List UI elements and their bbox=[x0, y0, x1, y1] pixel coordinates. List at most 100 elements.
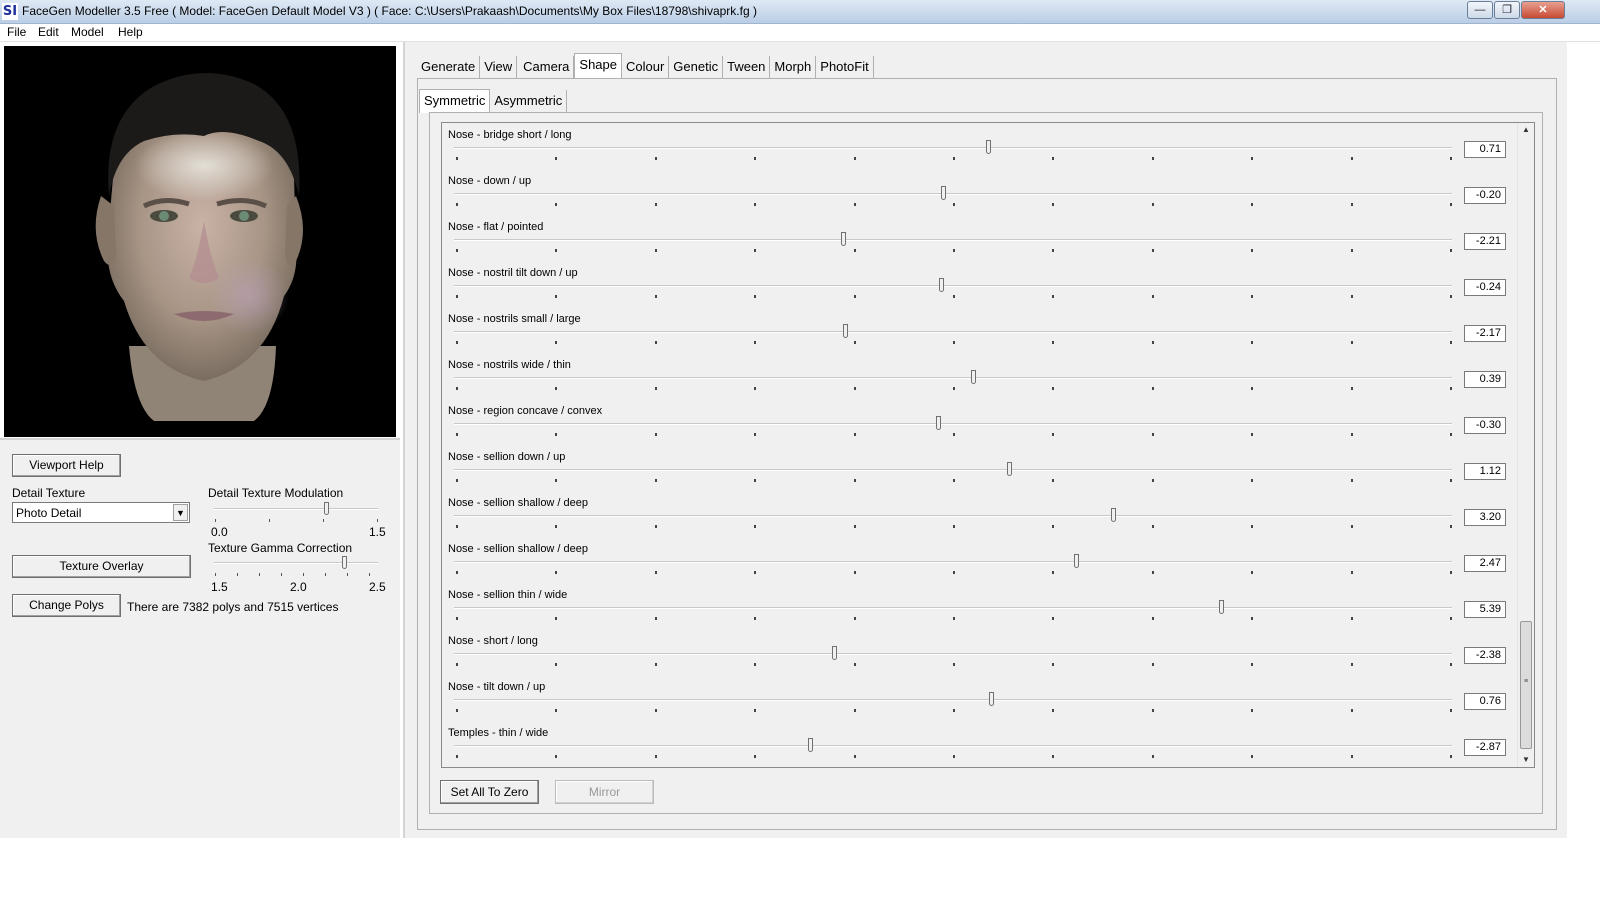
slider-thumb[interactable] bbox=[970, 370, 976, 384]
slider-tick bbox=[1052, 525, 1055, 528]
subtab-symmetric[interactable]: Symmetric bbox=[419, 89, 491, 113]
slider-tick bbox=[1450, 249, 1452, 252]
slider-track[interactable] bbox=[454, 469, 1452, 471]
gamma-slider[interactable] bbox=[210, 554, 382, 578]
slider-track[interactable] bbox=[454, 377, 1452, 379]
slider-tick bbox=[853, 617, 856, 620]
slider-track[interactable] bbox=[454, 515, 1452, 517]
slider-tick bbox=[853, 249, 856, 252]
slider-value-field[interactable]: 0.76 bbox=[1464, 693, 1506, 710]
slider-tick bbox=[1450, 663, 1452, 666]
slider-track[interactable] bbox=[454, 745, 1452, 747]
viewport-help-button[interactable]: Viewport Help bbox=[12, 454, 121, 477]
slider-thumb[interactable] bbox=[941, 186, 947, 200]
minimize-button[interactable]: — bbox=[1467, 1, 1493, 19]
slider-track[interactable] bbox=[454, 147, 1452, 149]
modulation-slider[interactable] bbox=[210, 500, 382, 524]
slider-value-field[interactable]: 2.47 bbox=[1464, 555, 1506, 572]
slider-thumb[interactable] bbox=[1219, 600, 1225, 614]
slider-track[interactable] bbox=[454, 607, 1452, 609]
slider-value-field[interactable]: -0.30 bbox=[1464, 417, 1506, 434]
slider-thumb[interactable] bbox=[808, 738, 814, 752]
slider-value-field[interactable]: -0.20 bbox=[1464, 187, 1506, 204]
scroll-up-icon[interactable]: ▲ bbox=[1518, 123, 1534, 137]
shape-slider-row: Nose - bridge short / long 0.71 bbox=[442, 125, 1518, 171]
slider-tick bbox=[1350, 755, 1353, 758]
slider-thumb[interactable] bbox=[841, 232, 847, 246]
dropdown-arrow-icon[interactable]: ▼ bbox=[173, 504, 188, 521]
slider-value-field[interactable]: 5.39 bbox=[1464, 601, 1506, 618]
slider-tick bbox=[754, 755, 757, 758]
slider-tick bbox=[853, 525, 856, 528]
slider-tick bbox=[853, 295, 856, 298]
slider-thumb[interactable] bbox=[1006, 462, 1012, 476]
slider-track[interactable] bbox=[454, 285, 1452, 287]
slider-tick bbox=[456, 617, 458, 620]
scroll-down-icon[interactable]: ▼ bbox=[1518, 753, 1534, 767]
slider-tick bbox=[953, 525, 955, 528]
slider-value-field[interactable]: -0.24 bbox=[1464, 279, 1506, 296]
gamma-slider-thumb[interactable] bbox=[341, 556, 347, 569]
slider-thumb[interactable] bbox=[1073, 554, 1079, 568]
slider-tick bbox=[1151, 295, 1154, 298]
slider-tick bbox=[1151, 433, 1154, 436]
change-polys-button[interactable]: Change Polys bbox=[12, 594, 121, 617]
tab-colour[interactable]: Colour bbox=[622, 56, 670, 78]
tab-view[interactable]: View bbox=[480, 56, 518, 78]
tab-morph[interactable]: Morph bbox=[770, 56, 817, 78]
slider-label: Nose - bridge short / long bbox=[448, 129, 572, 141]
slider-track[interactable] bbox=[454, 699, 1452, 701]
close-button[interactable]: ✕ bbox=[1521, 1, 1565, 19]
mirror-button[interactable]: Mirror bbox=[555, 780, 654, 804]
slider-value-field[interactable]: 0.39 bbox=[1464, 371, 1506, 388]
modulation-slider-thumb[interactable] bbox=[323, 502, 329, 515]
tab-photofit[interactable]: PhotoFit bbox=[816, 56, 874, 78]
slider-value-field[interactable]: 0.71 bbox=[1464, 141, 1506, 158]
slider-track[interactable] bbox=[454, 561, 1452, 563]
tab-shape[interactable]: Shape bbox=[574, 53, 622, 78]
slider-tick bbox=[1052, 479, 1055, 482]
tab-tween[interactable]: Tween bbox=[723, 56, 771, 78]
slider-thumb[interactable] bbox=[1110, 508, 1116, 522]
slider-value-field[interactable]: -2.38 bbox=[1464, 647, 1506, 664]
slider-value-field[interactable]: -2.17 bbox=[1464, 325, 1506, 342]
slider-tick bbox=[1350, 341, 1353, 344]
slider-thumb[interactable] bbox=[832, 646, 838, 660]
tab-genetic[interactable]: Genetic bbox=[669, 56, 724, 78]
slider-tick bbox=[1251, 295, 1254, 298]
menu-file[interactable]: File bbox=[4, 25, 29, 39]
slider-thumb[interactable] bbox=[985, 140, 991, 154]
slider-track[interactable] bbox=[454, 423, 1452, 425]
slider-track[interactable] bbox=[454, 331, 1452, 333]
slider-thumb[interactable] bbox=[936, 416, 942, 430]
tab-camera[interactable]: Camera bbox=[517, 56, 575, 78]
slider-track[interactable] bbox=[454, 239, 1452, 241]
slider-tick bbox=[1450, 157, 1452, 160]
slider-thumb[interactable] bbox=[988, 692, 994, 706]
set-all-to-zero-button[interactable]: Set All To Zero bbox=[440, 780, 539, 804]
slider-thumb[interactable] bbox=[939, 278, 945, 292]
slider-value-field[interactable]: 1.12 bbox=[1464, 463, 1506, 480]
slider-label: Nose - sellion shallow / deep bbox=[448, 543, 589, 555]
tab-generate[interactable]: Generate bbox=[417, 56, 481, 78]
maximize-button[interactable]: ❐ bbox=[1494, 1, 1520, 19]
modulation-max: 1.5 bbox=[369, 525, 386, 539]
scrollbar-thumb[interactable]: ≡ bbox=[1520, 621, 1532, 749]
vertical-scrollbar[interactable]: ▲ ≡ ▼ bbox=[1517, 123, 1534, 767]
slider-track[interactable] bbox=[454, 193, 1452, 195]
slider-value-field[interactable]: 3.20 bbox=[1464, 509, 1506, 526]
slider-tick bbox=[1450, 525, 1452, 528]
slider-label: Nose - nostril tilt down / up bbox=[448, 267, 578, 279]
slider-value-field[interactable]: -2.21 bbox=[1464, 233, 1506, 250]
detail-texture-select[interactable]: Photo Detail ▼ bbox=[12, 502, 190, 523]
texture-overlay-button[interactable]: Texture Overlay bbox=[12, 555, 191, 578]
slider-value-field[interactable]: -2.87 bbox=[1464, 739, 1506, 756]
slider-track[interactable] bbox=[454, 653, 1452, 655]
3d-viewport[interactable] bbox=[4, 46, 396, 437]
menu-help[interactable]: Help bbox=[115, 25, 146, 39]
subtab-asymmetric[interactable]: Asymmetric bbox=[490, 90, 568, 112]
slider-label: Nose - sellion shallow / deep bbox=[448, 497, 589, 509]
menu-edit[interactable]: Edit bbox=[35, 25, 62, 39]
menu-model[interactable]: Model bbox=[68, 25, 107, 39]
slider-thumb[interactable] bbox=[843, 324, 849, 338]
